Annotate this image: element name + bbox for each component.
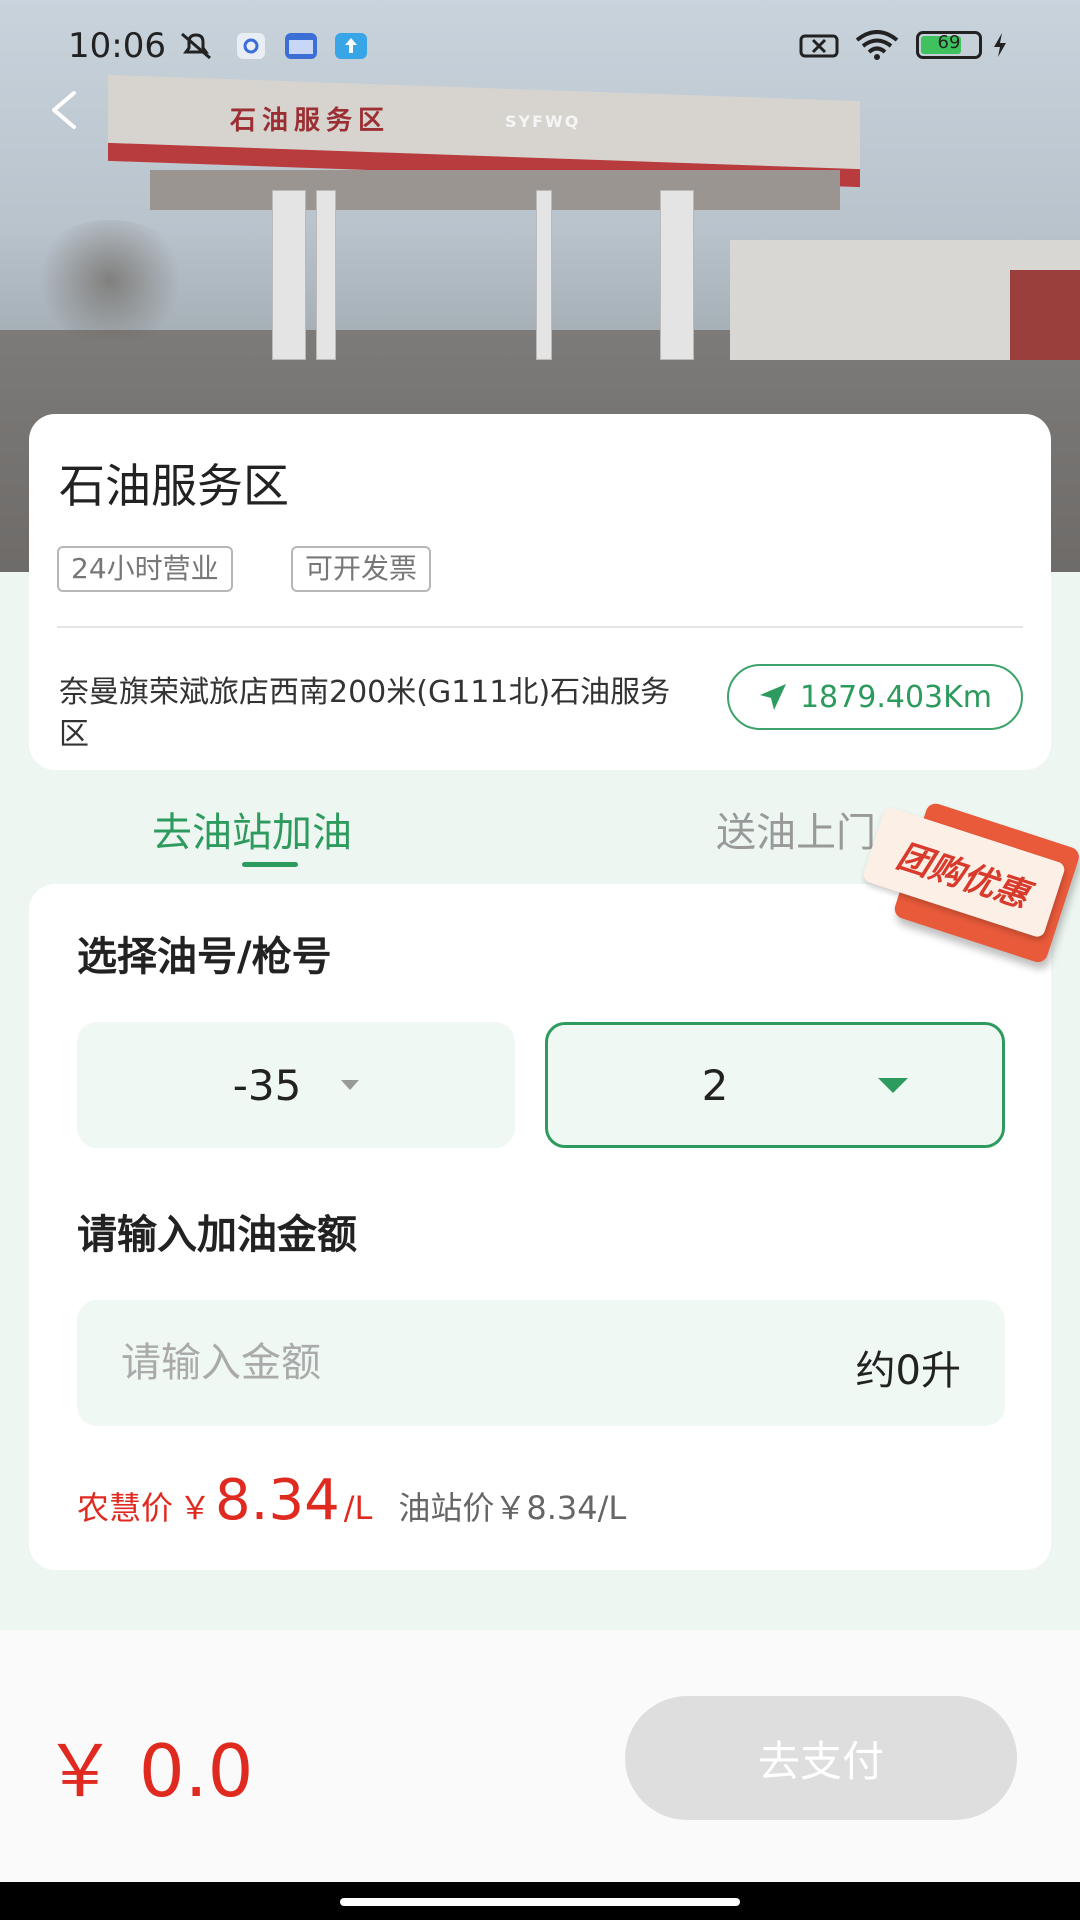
member-price-unit: /L bbox=[343, 1489, 373, 1527]
price-row: 农慧价 ￥ 8.34 /L 油站价￥8.34/L bbox=[77, 1468, 626, 1538]
no-sim-icon bbox=[799, 34, 839, 58]
fuel-section-title: 选择油号/枪号 bbox=[77, 934, 332, 980]
photo-building-red bbox=[1010, 270, 1080, 360]
mute-bell-icon bbox=[181, 32, 211, 60]
tag-24-hours: 24小时营业 bbox=[57, 546, 233, 592]
battery-level: 69 bbox=[937, 32, 961, 53]
station-info-card: 石油服务区 24小时营业 可开发票 奈曼旗荣斌旅店西南200米(G111北)石油… bbox=[29, 414, 1051, 770]
distance-value: 1879.403Km bbox=[799, 679, 993, 715]
photo-pillar bbox=[660, 190, 694, 360]
status-bar: 10:06 69 bbox=[0, 0, 1080, 90]
photo-canopy-text: 石油服务区 bbox=[230, 106, 391, 136]
total-amount: ￥ 0.0 bbox=[44, 1729, 254, 1813]
member-price-label: 农慧价 bbox=[77, 1489, 174, 1527]
home-gesture-handle[interactable] bbox=[340, 1898, 740, 1906]
settings-app-icon bbox=[237, 33, 265, 59]
amount-section-title: 请输入加油金额 bbox=[77, 1212, 357, 1258]
gun-number-select[interactable]: 2 bbox=[545, 1022, 1005, 1148]
photo-pillar bbox=[316, 190, 336, 360]
tab-delivery[interactable]: 送油上门 bbox=[716, 800, 876, 858]
photo-tree bbox=[30, 220, 190, 340]
station-address: 奈曼旗荣斌旅店西南200米(G111北)石油服务区 bbox=[59, 675, 671, 752]
amount-input[interactable] bbox=[121, 1336, 721, 1390]
photo-pillar bbox=[272, 190, 306, 360]
checkout-bar: ￥ 0.0 去支付 bbox=[0, 1630, 1080, 1882]
amount-field[interactable]: 约0升 bbox=[77, 1300, 1005, 1426]
card-divider bbox=[57, 626, 1023, 628]
status-time: 10:06 bbox=[68, 26, 166, 66]
refuel-form-card: 选择油号/枪号 -35 2 请输入加油金额 约0升 农慧价 ￥ 8.34 /L … bbox=[29, 884, 1051, 1570]
active-tab-indicator bbox=[242, 862, 298, 867]
navigation-arrow-icon bbox=[759, 684, 786, 710]
station-name: 石油服务区 bbox=[59, 459, 289, 513]
back-arrow-icon[interactable] bbox=[40, 85, 90, 135]
member-price-value: 8.34 bbox=[215, 1468, 340, 1533]
tag-invoice: 可开发票 bbox=[291, 546, 432, 592]
battery-icon: 69 bbox=[916, 31, 982, 59]
gun-number-value: 2 bbox=[701, 1060, 729, 1110]
tab-go-to-station[interactable]: 去油站加油 bbox=[152, 800, 352, 858]
navigate-distance-button[interactable]: 1879.403Km bbox=[727, 664, 1023, 730]
price-currency: ￥ bbox=[179, 1489, 212, 1527]
estimated-liters: 约0升 bbox=[855, 1348, 961, 1394]
fuel-grade-value: -35 bbox=[232, 1060, 302, 1110]
photo-pillar bbox=[536, 190, 552, 360]
system-nav-bar bbox=[0, 1882, 1080, 1920]
photo-canopy-under bbox=[150, 170, 840, 210]
calendar-app-icon bbox=[285, 33, 317, 59]
pay-button[interactable]: 去支付 bbox=[625, 1696, 1017, 1820]
photo-canopy-brand: SYFWQ bbox=[505, 112, 581, 131]
chevron-down-icon bbox=[341, 1080, 360, 1090]
station-price: 油站价￥8.34/L bbox=[398, 1489, 627, 1527]
chevron-down-icon bbox=[878, 1077, 909, 1093]
upload-app-icon bbox=[335, 33, 367, 59]
fuel-grade-select[interactable]: -35 bbox=[77, 1022, 515, 1148]
wifi-icon bbox=[855, 30, 899, 60]
charging-icon bbox=[994, 33, 1006, 57]
